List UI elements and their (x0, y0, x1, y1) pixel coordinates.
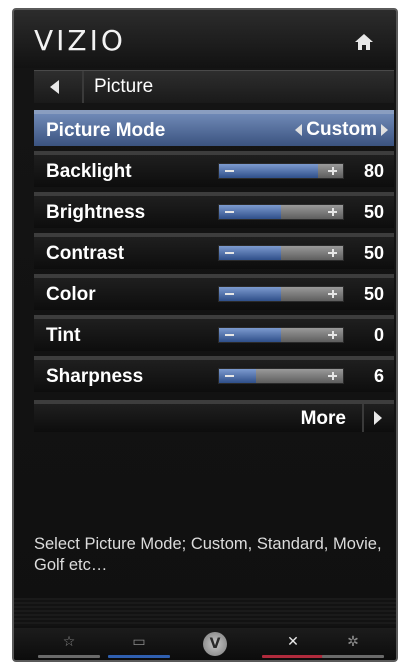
setting-value: 50 (363, 243, 384, 263)
setting-label: Sharpness (46, 366, 144, 387)
picture-mode-selector[interactable]: Custom (295, 119, 388, 141)
vizio-v-button[interactable]: V (203, 632, 227, 656)
chevron-right-icon[interactable] (381, 124, 388, 136)
color-slider[interactable] (218, 286, 344, 302)
minus-icon (225, 211, 234, 213)
button-underline (38, 655, 100, 658)
settings-button[interactable]: ✲ (322, 632, 384, 660)
breadcrumb-title: Picture (94, 76, 154, 97)
setting-value: 50 (363, 284, 384, 304)
close-icon: ✕ (287, 634, 299, 650)
button-underline (322, 655, 384, 658)
setting-row-tint[interactable]: Tint 0 (34, 315, 394, 351)
divider (362, 404, 364, 432)
vizio-logo: VIZIO (34, 24, 126, 57)
input-icon: ▭ (132, 634, 146, 650)
decorative-stripes (14, 598, 396, 626)
setting-row-sharpness[interactable]: Sharpness 6 (34, 356, 394, 392)
sharpness-slider[interactable] (218, 368, 344, 384)
setting-label: Tint (46, 325, 81, 346)
minus-icon (225, 252, 234, 254)
breadcrumb-bar[interactable]: Picture (34, 70, 394, 103)
backlight-slider[interactable] (218, 163, 344, 179)
contrast-slider[interactable] (218, 245, 344, 261)
minus-icon (225, 375, 234, 377)
exit-button[interactable]: ✕ (262, 632, 324, 660)
tint-slider[interactable] (218, 327, 344, 343)
setting-row-brightness[interactable]: Brightness 50 (34, 192, 394, 228)
home-icon[interactable] (354, 32, 374, 52)
setting-label: Color (46, 284, 96, 305)
setting-row-color[interactable]: Color 50 (34, 274, 394, 310)
button-underline (108, 655, 170, 658)
help-text: Select Picture Mode; Custom, Standard, M… (34, 535, 382, 574)
button-underline (262, 655, 324, 658)
minus-icon (225, 334, 234, 336)
footer-bar: ☆ ▭ V ✕ ✲ (14, 628, 396, 660)
back-arrow-icon[interactable] (50, 80, 59, 94)
divider (82, 71, 84, 103)
header: VIZIO (14, 10, 396, 68)
favorites-button[interactable]: ☆ (38, 632, 100, 660)
setting-value: 80 (363, 161, 384, 181)
tv-menu-panel: VIZIO Picture Picture Mode Custom Backli… (12, 8, 398, 662)
more-label: More (300, 408, 346, 429)
setting-value: 0 (373, 325, 384, 345)
setting-label: Brightness (46, 202, 146, 223)
chevron-left-icon[interactable] (295, 124, 303, 136)
brightness-slider[interactable] (218, 204, 344, 220)
setting-value: 6 (373, 366, 384, 386)
setting-row-backlight[interactable]: Backlight 80 (34, 151, 394, 187)
setting-row-contrast[interactable]: Contrast 50 (34, 233, 394, 269)
setting-value: 50 (363, 202, 384, 222)
star-icon: ☆ (62, 634, 76, 650)
more-row[interactable]: More (34, 400, 394, 432)
minus-icon (225, 293, 234, 295)
minus-icon (225, 170, 234, 172)
picture-mode-label: Picture Mode (46, 120, 166, 141)
gear-icon: ✲ (347, 634, 359, 650)
setting-label: Backlight (46, 161, 132, 182)
picture-mode-row[interactable]: Picture Mode Custom (34, 110, 394, 146)
input-button[interactable]: ▭ (108, 632, 170, 660)
picture-mode-value: Custom (306, 119, 377, 140)
chevron-right-icon[interactable] (374, 411, 382, 425)
setting-label: Contrast (46, 243, 125, 264)
